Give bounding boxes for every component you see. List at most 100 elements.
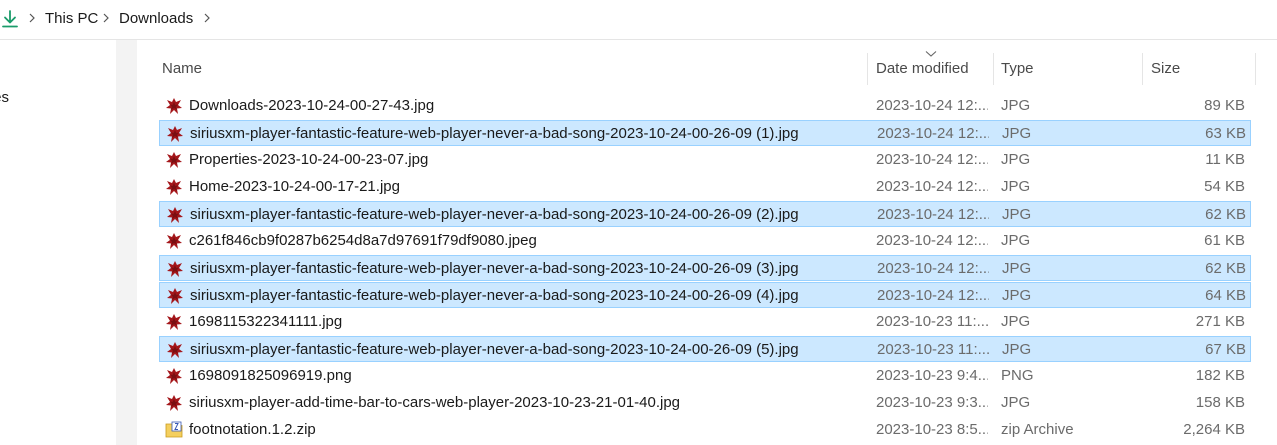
- file-size: 62 KB: [1205, 260, 1246, 277]
- file-type: JPG: [1002, 260, 1032, 277]
- column-divider[interactable]: [1142, 53, 1143, 85]
- file-type: PNG: [1001, 367, 1034, 384]
- file-size: 11 KB: [1205, 151, 1245, 168]
- file-size: 61 KB: [1204, 232, 1245, 249]
- file-name: siriusxm-player-fantastic-feature-web-pl…: [190, 287, 799, 304]
- image-file-icon: [165, 151, 183, 169]
- file-row[interactable]: footnotation.1.2.zip 2023-10-23 8:5... zip…: [159, 417, 1251, 443]
- file-size: 54 KB: [1204, 178, 1245, 195]
- file-name: siriusxm-player-fantastic-feature-web-pl…: [190, 125, 799, 142]
- column-header-name[interactable]: Name: [162, 60, 202, 78]
- file-date-modified: 2023-10-24 12:...: [876, 97, 988, 114]
- file-size: 89 KB: [1204, 97, 1245, 114]
- chevron-right-icon[interactable]: [201, 10, 213, 26]
- file-name: Home-2023-10-24-00-17-21.jpg: [189, 178, 400, 195]
- file-type: JPG: [1002, 341, 1032, 358]
- file-size: 2,264 KB: [1183, 421, 1245, 438]
- file-date-modified: 2023-10-23 11:...: [877, 341, 989, 358]
- breadcrumb: This PC Downloads: [0, 0, 1277, 40]
- file-row[interactable]: siriusxm-player-fantastic-feature-web-pl…: [159, 120, 1251, 146]
- image-file-icon: [166, 125, 184, 143]
- file-date-modified: 2023-10-24 12:...: [876, 232, 988, 249]
- file-row[interactable]: 1698091825096919.png 2023-10-23 9:4... PNG…: [159, 363, 1251, 389]
- breadcrumb-item-downloads[interactable]: Downloads: [119, 10, 193, 28]
- file-name: 1698115322341111.jpg: [189, 313, 343, 330]
- navigation-pane: ofiles: [0, 40, 116, 445]
- file-row[interactable]: siriusxm-player-fantastic-feature-web-pl…: [159, 336, 1251, 362]
- zip-file-icon: [165, 421, 183, 439]
- file-date-modified: 2023-10-24 12:...: [877, 206, 989, 223]
- file-list: Name Date modified Type Size Downloads-2…: [137, 40, 1277, 445]
- column-divider[interactable]: [867, 53, 868, 85]
- file-name: 1698091825096919.png: [189, 367, 352, 384]
- file-date-modified: 2023-10-24 12:...: [877, 125, 989, 142]
- file-size: 64 KB: [1205, 287, 1246, 304]
- breadcrumb-item-this-pc[interactable]: This PC: [45, 10, 98, 28]
- file-row[interactable]: 1698115322341111.jpg 2023-10-23 11:... JPG…: [159, 309, 1251, 335]
- file-size: 62 KB: [1205, 206, 1246, 223]
- file-date-modified: 2023-10-23 8:5...: [876, 421, 988, 438]
- image-file-icon: [166, 206, 184, 224]
- column-divider[interactable]: [1255, 53, 1256, 85]
- image-file-icon: [166, 260, 184, 278]
- file-name: c261f846cb9f0287b6254d8a7d97691f79df9080…: [189, 232, 537, 249]
- column-header-size[interactable]: Size: [1151, 60, 1180, 78]
- file-date-modified: 2023-10-23 9:3...: [876, 394, 988, 411]
- image-file-icon: [165, 97, 183, 115]
- image-file-icon: [165, 313, 183, 331]
- file-name: siriusxm-player-add-time-bar-to-cars-web…: [189, 394, 681, 411]
- file-type: JPG: [1002, 206, 1032, 223]
- chevron-right-icon[interactable]: [100, 10, 112, 26]
- file-row[interactable]: siriusxm-player-add-time-bar-to-cars-web…: [159, 390, 1251, 416]
- file-type: JPG: [1001, 313, 1031, 330]
- sort-descending-icon: [925, 51, 937, 57]
- image-file-icon: [165, 178, 183, 196]
- file-name: Downloads-2023-10-24-00-27-43.jpg: [189, 97, 435, 114]
- file-type: JPG: [1001, 178, 1031, 195]
- file-row[interactable]: Properties-2023-10-24-00-23-07.jpg 2023-1…: [159, 147, 1251, 173]
- file-name: footnotation.1.2.zip: [189, 421, 316, 438]
- file-date-modified: 2023-10-24 12:...: [876, 151, 988, 168]
- image-file-icon: [166, 287, 184, 305]
- file-date-modified: 2023-10-23 11:...: [876, 313, 988, 330]
- file-size: 63 KB: [1205, 125, 1246, 142]
- file-type: JPG: [1002, 125, 1032, 142]
- chevron-right-icon[interactable]: [26, 10, 38, 26]
- file-type: JPG: [1001, 394, 1031, 411]
- column-divider[interactable]: [993, 53, 994, 85]
- image-file-icon: [165, 394, 183, 412]
- file-date-modified: 2023-10-24 12:...: [877, 287, 989, 304]
- file-date-modified: 2023-10-23 9:4...: [876, 367, 988, 384]
- file-type: zip Archive: [1001, 421, 1074, 438]
- file-row[interactable]: siriusxm-player-fantastic-feature-web-pl…: [159, 201, 1251, 227]
- file-name: Properties-2023-10-24-00-23-07.jpg: [189, 151, 429, 168]
- file-row[interactable]: Home-2023-10-24-00-17-21.jpg 2023-10-24 1…: [159, 174, 1251, 200]
- column-header-type[interactable]: Type: [1001, 60, 1034, 78]
- image-file-icon: [165, 367, 183, 385]
- file-date-modified: 2023-10-24 12:...: [876, 178, 988, 195]
- file-name: siriusxm-player-fantastic-feature-web-pl…: [190, 341, 799, 358]
- image-file-icon: [165, 232, 183, 250]
- file-row[interactable]: siriusxm-player-fantastic-feature-web-pl…: [159, 282, 1251, 308]
- file-type: JPG: [1001, 97, 1031, 114]
- column-header-row: Name Date modified Type Size: [137, 40, 1277, 96]
- file-row[interactable]: Downloads-2023-10-24-00-27-43.jpg 2023-10…: [159, 93, 1251, 119]
- file-type: JPG: [1002, 287, 1032, 304]
- file-size: 158 KB: [1195, 394, 1245, 411]
- file-name: siriusxm-player-fantastic-feature-web-pl…: [190, 260, 799, 277]
- file-explorer-window: This PC Downloads ofiles Name Date modif…: [0, 0, 1277, 445]
- file-row[interactable]: c261f846cb9f0287b6254d8a7d97691f79df9080…: [159, 228, 1251, 254]
- nav-item-profiles[interactable]: ofiles: [0, 89, 9, 107]
- file-size: 271 KB: [1195, 313, 1245, 330]
- file-size: 182 KB: [1195, 367, 1245, 384]
- file-row[interactable]: siriusxm-player-fantastic-feature-web-pl…: [159, 255, 1251, 281]
- nav-pane-scrollbar[interactable]: [116, 40, 137, 445]
- file-type: JPG: [1001, 151, 1031, 168]
- file-size: 67 KB: [1205, 341, 1246, 358]
- file-name: siriusxm-player-fantastic-feature-web-pl…: [190, 206, 799, 223]
- file-type: JPG: [1001, 232, 1031, 249]
- download-arrow-icon: [2, 10, 18, 28]
- image-file-icon: [166, 341, 184, 359]
- file-date-modified: 2023-10-24 12:...: [877, 260, 989, 277]
- column-header-date-modified[interactable]: Date modified: [876, 60, 969, 78]
